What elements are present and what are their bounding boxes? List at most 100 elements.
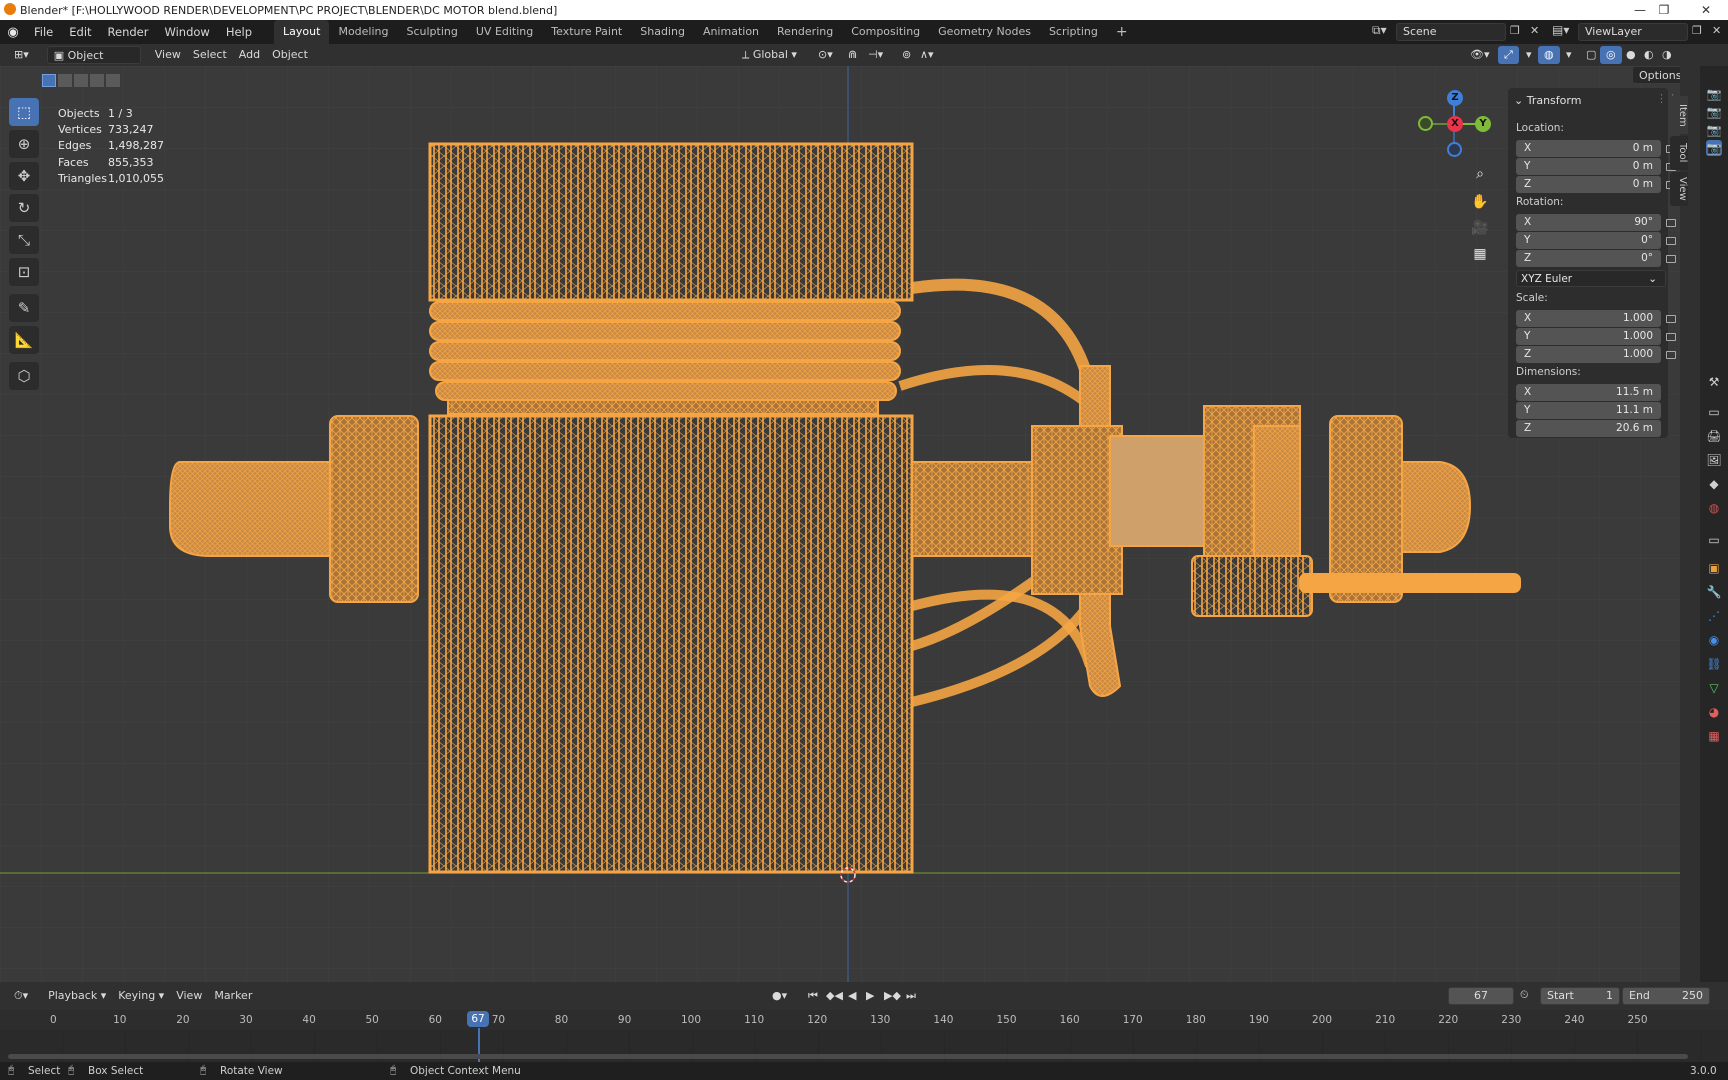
tab-uv-editing[interactable]: UV Editing [467, 20, 542, 44]
dimensions-y-field[interactable]: Y 11.1 m [1516, 402, 1661, 419]
gizmo-z-axis[interactable]: Z [1447, 90, 1463, 106]
sidebar-tab-tool[interactable]: Tool [1670, 136, 1688, 170]
new-scene-icon[interactable]: ❐ [1510, 24, 1520, 37]
gizmo-y-axis[interactable]: Y [1475, 116, 1491, 132]
tab-compositing[interactable]: Compositing [842, 20, 929, 44]
camera-icon[interactable]: 📷 [1706, 140, 1722, 156]
tab-geometry-nodes[interactable]: Geometry Nodes [929, 20, 1040, 44]
camera-view-icon[interactable]: 🎥 [1468, 216, 1492, 240]
3d-viewport[interactable]: ⬚ ⊕ ✥ ↻ ⤡ ⊡ ✎ 📐 ⬡ Objects 1 / 3 Vertices 7… [0, 66, 1680, 982]
editor-type-icon[interactable]: ⊞▾ [8, 46, 35, 64]
menu-render[interactable]: Render [100, 20, 157, 44]
sidebar-tab-view[interactable]: View [1670, 172, 1688, 206]
view-layer-field[interactable]: ViewLayer [1578, 23, 1688, 41]
ortho-grid-icon[interactable]: ▦ [1468, 242, 1492, 266]
rotation-mode-dropdown[interactable]: XYZ Euler ⌄ [1516, 270, 1666, 287]
restore-icon[interactable]: ❐ [1642, 0, 1686, 20]
dc-motor-wireframe-mesh[interactable] [0, 66, 1680, 982]
data-properties-icon[interactable]: ▽ [1706, 680, 1722, 696]
menu-help[interactable]: Help [218, 20, 260, 44]
mode-dropdown[interactable]: ▣ Object Mode ▾ [46, 46, 141, 80]
scale-z-field[interactable]: Z 1.000 [1516, 346, 1661, 363]
lock-icon[interactable] [1666, 237, 1676, 245]
gizmo-neg-y[interactable] [1418, 116, 1433, 131]
lock-icon[interactable] [1666, 219, 1676, 227]
material-properties-icon[interactable]: ◕ [1706, 704, 1722, 720]
rotation-y-field[interactable]: Y 0° [1516, 232, 1661, 249]
menu-file[interactable]: File [26, 20, 61, 44]
render-properties-icon[interactable]: ▭ [1706, 404, 1722, 420]
visibility-icon[interactable]: 👁▾ [1464, 46, 1496, 64]
camera-icon[interactable]: 📷 [1706, 122, 1722, 138]
tab-scripting[interactable]: Scripting [1040, 20, 1107, 44]
menu-edit[interactable]: Edit [61, 20, 99, 44]
record-keyframe-icon[interactable]: ●▾ [766, 987, 793, 1005]
physics-properties-icon[interactable]: ◉ [1706, 632, 1722, 648]
tab-animation[interactable]: Animation [694, 20, 768, 44]
menu-add[interactable]: Add [233, 46, 266, 64]
tool-properties-icon[interactable]: ⚒ [1706, 374, 1722, 390]
menu-keying[interactable]: Keying ▾ [112, 987, 170, 1005]
zoom-icon[interactable]: ⌕ [1468, 162, 1492, 186]
gizmo-options-icon[interactable]: ▾ [1520, 46, 1538, 64]
dimensions-x-field[interactable]: X 11.5 m [1516, 384, 1661, 401]
world-properties-icon[interactable]: ◍ [1706, 500, 1722, 516]
overlay-toggle-icon[interactable]: ◍ [1538, 46, 1560, 64]
gizmo-neg-z[interactable] [1447, 142, 1462, 157]
jump-end-icon[interactable]: ⏭ [900, 987, 922, 1005]
particles-properties-icon[interactable]: ⋰ [1706, 608, 1722, 624]
scene-properties-icon[interactable]: ◆ [1706, 476, 1722, 492]
tab-texture-paint[interactable]: Texture Paint [542, 20, 631, 44]
timeline-area[interactable]: 0 10 20 30 40 50 60 70 80 90 100 110 120 130 140 150 160… [0, 1010, 1728, 1062]
lock-icon[interactable] [1666, 255, 1676, 263]
scene-selector-icon[interactable]: ⧉▾ [1372, 23, 1387, 38]
rotation-z-field[interactable]: Z 0° [1516, 250, 1661, 267]
end-frame-field[interactable]: End 250 [1622, 987, 1710, 1005]
transform-orientation-dropdown[interactable]: ⟂ Global ▾ [736, 46, 803, 64]
location-x-field[interactable]: X 0 m [1516, 140, 1661, 157]
scale-y-field[interactable]: Y 1.000 [1516, 328, 1661, 345]
menu-marker[interactable]: Marker [208, 987, 258, 1005]
playhead-frame-badge[interactable]: 67 [467, 1011, 489, 1027]
transform-panel-header[interactable]: ⌄ Transform [1514, 94, 1581, 107]
timeline-scrollbar[interactable] [8, 1054, 1688, 1059]
dimensions-z-field[interactable]: Z 20.6 m [1516, 420, 1661, 437]
tab-sculpting[interactable]: Sculpting [398, 20, 467, 44]
falloff-icon[interactable]: ∧▾ [914, 46, 940, 64]
object-properties-icon[interactable]: ▣ [1706, 560, 1722, 576]
delete-view-layer-icon[interactable]: ✕ [1712, 24, 1721, 37]
menu-timeline-view[interactable]: View [170, 987, 208, 1005]
tab-layout[interactable]: Layout [274, 20, 330, 44]
pan-hand-icon[interactable]: ✋ [1468, 190, 1492, 214]
rotation-x-field[interactable]: X 90° [1516, 214, 1661, 231]
menu-playback[interactable]: Playback ▾ [42, 987, 112, 1005]
constraint-properties-icon[interactable]: ⛓ [1706, 656, 1722, 672]
scale-x-field[interactable]: X 1.000 [1516, 310, 1661, 327]
render-visibility-icon[interactable]: 📷 [1706, 86, 1722, 102]
preview-range-icon[interactable]: ⏲ [1520, 988, 1529, 1002]
options-dropdown[interactable]: Options ▾ [1632, 66, 1680, 100]
location-z-field[interactable]: Z 0 m [1516, 176, 1661, 193]
shading-rendered-icon[interactable]: ◑ [1656, 46, 1678, 64]
sidebar-tab-item[interactable]: Item [1670, 96, 1688, 134]
add-workspace-icon[interactable]: + [1107, 20, 1137, 44]
output-properties-icon[interactable]: 🖨 [1706, 428, 1722, 444]
shading-wireframe-icon[interactable]: ◎ [1600, 46, 1622, 64]
menu-select[interactable]: Select [187, 46, 233, 64]
pivot-point-icon[interactable]: ⊙▾ [812, 46, 839, 64]
view-layer-properties-icon[interactable]: 🖼 [1706, 452, 1722, 468]
modifier-properties-icon[interactable]: 🔧 [1706, 584, 1722, 600]
menu-object[interactable]: Object [266, 46, 314, 64]
start-frame-field[interactable]: Start 1 [1540, 987, 1620, 1005]
view-layer-icon[interactable]: ▤▾ [1552, 23, 1569, 37]
collection-properties-icon[interactable]: ▭ [1706, 532, 1722, 548]
timeline-editor-type-icon[interactable]: ⏱▾ [8, 987, 34, 1005]
snap-target-icon[interactable]: ⊣▾ [862, 46, 889, 64]
camera-icon[interactable]: 📷 [1706, 104, 1722, 120]
tab-rendering[interactable]: Rendering [768, 20, 842, 44]
gizmo-x-axis[interactable]: X [1447, 116, 1463, 132]
gizmo-toggle-icon[interactable]: ⤢ [1498, 46, 1519, 64]
menu-window[interactable]: Window [156, 20, 217, 44]
delete-scene-icon[interactable]: ✕ [1530, 24, 1539, 37]
tab-shading[interactable]: Shading [631, 20, 694, 44]
